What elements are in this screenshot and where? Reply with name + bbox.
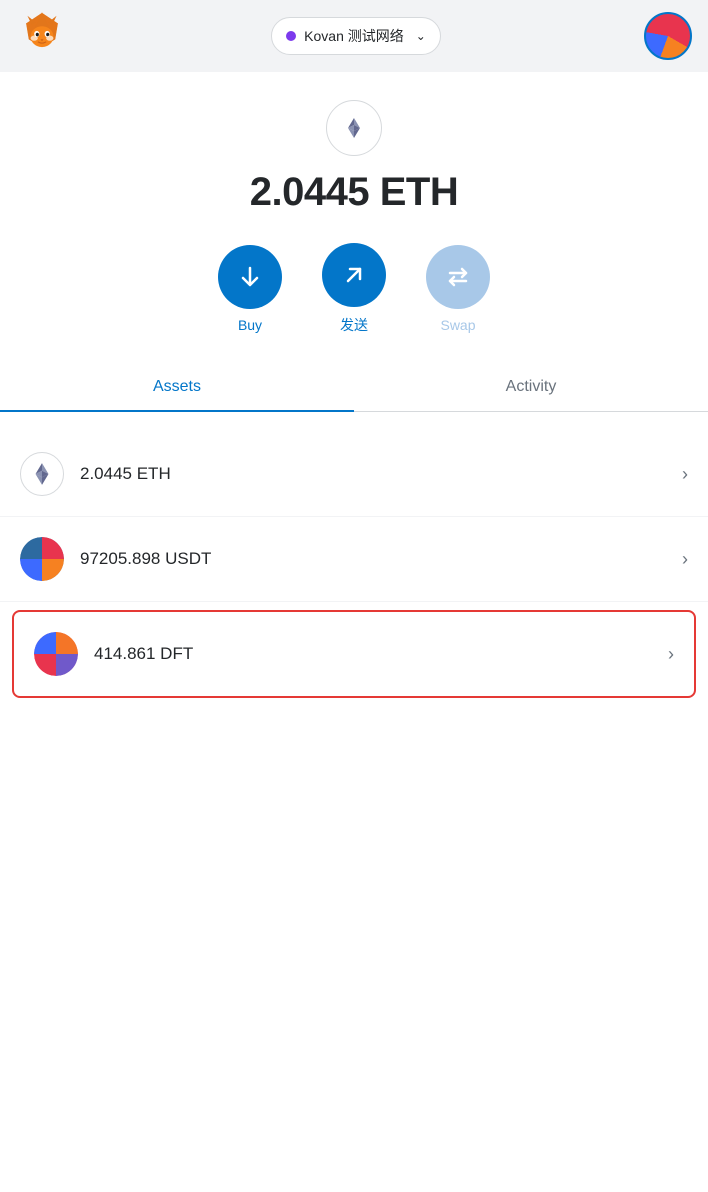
balance-section: 2.0445 ETH Buy xyxy=(0,72,708,432)
swap-action[interactable]: Swap xyxy=(426,245,490,333)
buy-button[interactable] xyxy=(218,245,282,309)
buy-label: Buy xyxy=(238,317,262,333)
send-label: 发送 xyxy=(340,315,368,335)
main-content: 2.0445 ETH Buy xyxy=(0,72,708,1192)
send-button[interactable] xyxy=(322,243,386,307)
asset-item-usdt[interactable]: 97205.898 USDT › xyxy=(0,517,708,602)
swap-button[interactable] xyxy=(426,245,490,309)
metamask-logo xyxy=(16,8,68,65)
tab-assets[interactable]: Assets xyxy=(0,364,354,412)
network-name: Kovan 测试网络 xyxy=(304,26,404,46)
eth-asset-icon xyxy=(20,452,64,496)
chevron-right-icon-usdt: › xyxy=(682,549,688,570)
eth-logo-icon xyxy=(326,100,382,156)
usdt-asset-icon xyxy=(20,537,64,581)
balance-display: 2.0445 ETH xyxy=(250,170,458,215)
dft-asset-icon xyxy=(34,632,78,676)
chevron-down-icon: ⌄ xyxy=(416,29,426,43)
asset-item-dft[interactable]: 414.861 DFT › xyxy=(12,610,696,698)
tab-activity[interactable]: Activity xyxy=(354,364,708,412)
network-dot xyxy=(286,31,296,41)
usdt-balance: 97205.898 USDT xyxy=(80,549,682,569)
chevron-right-icon-dft: › xyxy=(668,644,674,665)
network-selector[interactable]: Kovan 测试网络 ⌄ xyxy=(271,17,441,55)
assets-list: 2.0445 ETH › 97205.898 USDT › xyxy=(0,432,708,698)
action-buttons: Buy 发送 xyxy=(218,243,490,335)
eth-balance: 2.0445 ETH xyxy=(80,464,682,484)
send-action[interactable]: 发送 xyxy=(322,243,386,335)
buy-action[interactable]: Buy xyxy=(218,245,282,333)
asset-item-eth[interactable]: 2.0445 ETH › xyxy=(0,432,708,517)
header: Kovan 测试网络 ⌄ xyxy=(0,0,708,72)
dft-balance: 414.861 DFT xyxy=(94,644,668,664)
chevron-right-icon: › xyxy=(682,464,688,485)
avatar[interactable] xyxy=(644,12,692,60)
tabs: Assets Activity xyxy=(0,363,708,412)
swap-label: Swap xyxy=(440,317,475,333)
